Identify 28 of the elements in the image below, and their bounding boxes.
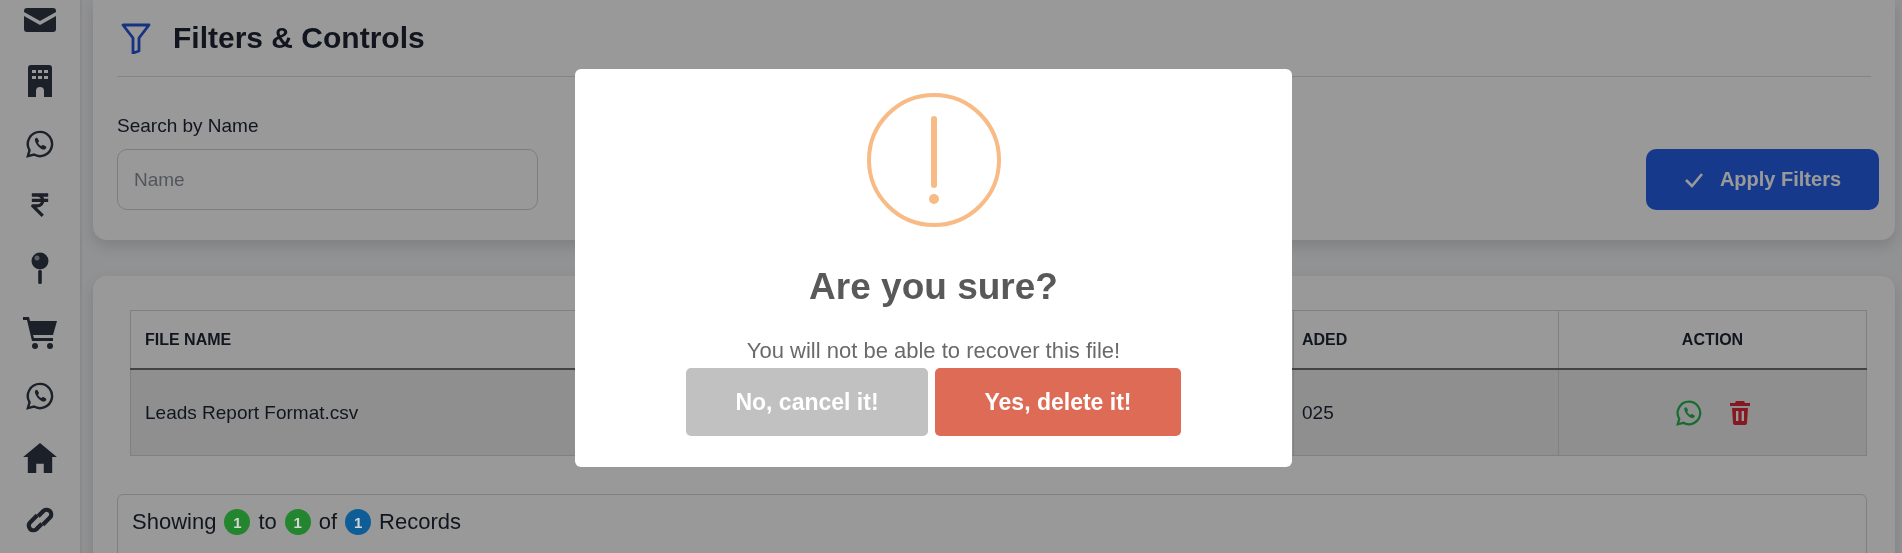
dialog-title: Are you sure? <box>809 266 1058 308</box>
whatsapp-icon[interactable] <box>26 382 54 410</box>
records-text: Showing <box>132 509 217 535</box>
section-title: Filters & Controls <box>173 21 425 55</box>
records-text: of <box>318 509 338 535</box>
name-input[interactable]: Name <box>117 149 538 210</box>
confirm-button[interactable]: Yes, delete it! <box>935 368 1181 436</box>
field-label: Search by Name <box>117 115 260 137</box>
cart-icon[interactable] <box>23 317 57 349</box>
apply-filters-button[interactable]: Apply Filters <box>1646 149 1879 210</box>
records-text: Records <box>379 509 462 535</box>
cancel-button[interactable]: No, cancel it! <box>686 368 928 436</box>
count-badge: 1 <box>345 509 372 535</box>
dialog-message: You will not be able to recover this file! <box>746 338 1121 364</box>
count-badge: 1 <box>224 509 251 535</box>
check-icon <box>1683 171 1704 188</box>
pin-icon[interactable] <box>31 252 49 284</box>
count-badge: 1 <box>284 509 311 535</box>
building-icon[interactable] <box>28 65 52 97</box>
mail-icon[interactable] <box>24 8 56 32</box>
rupee-icon[interactable] <box>30 191 50 219</box>
records-text: to <box>258 509 277 535</box>
warning-icon <box>865 92 1002 228</box>
trash-icon[interactable] <box>1729 400 1750 425</box>
home-icon[interactable] <box>23 443 57 473</box>
table-cell: 025 <box>1293 369 1559 456</box>
whatsapp-icon[interactable] <box>26 130 54 158</box>
filter-icon <box>121 22 151 54</box>
